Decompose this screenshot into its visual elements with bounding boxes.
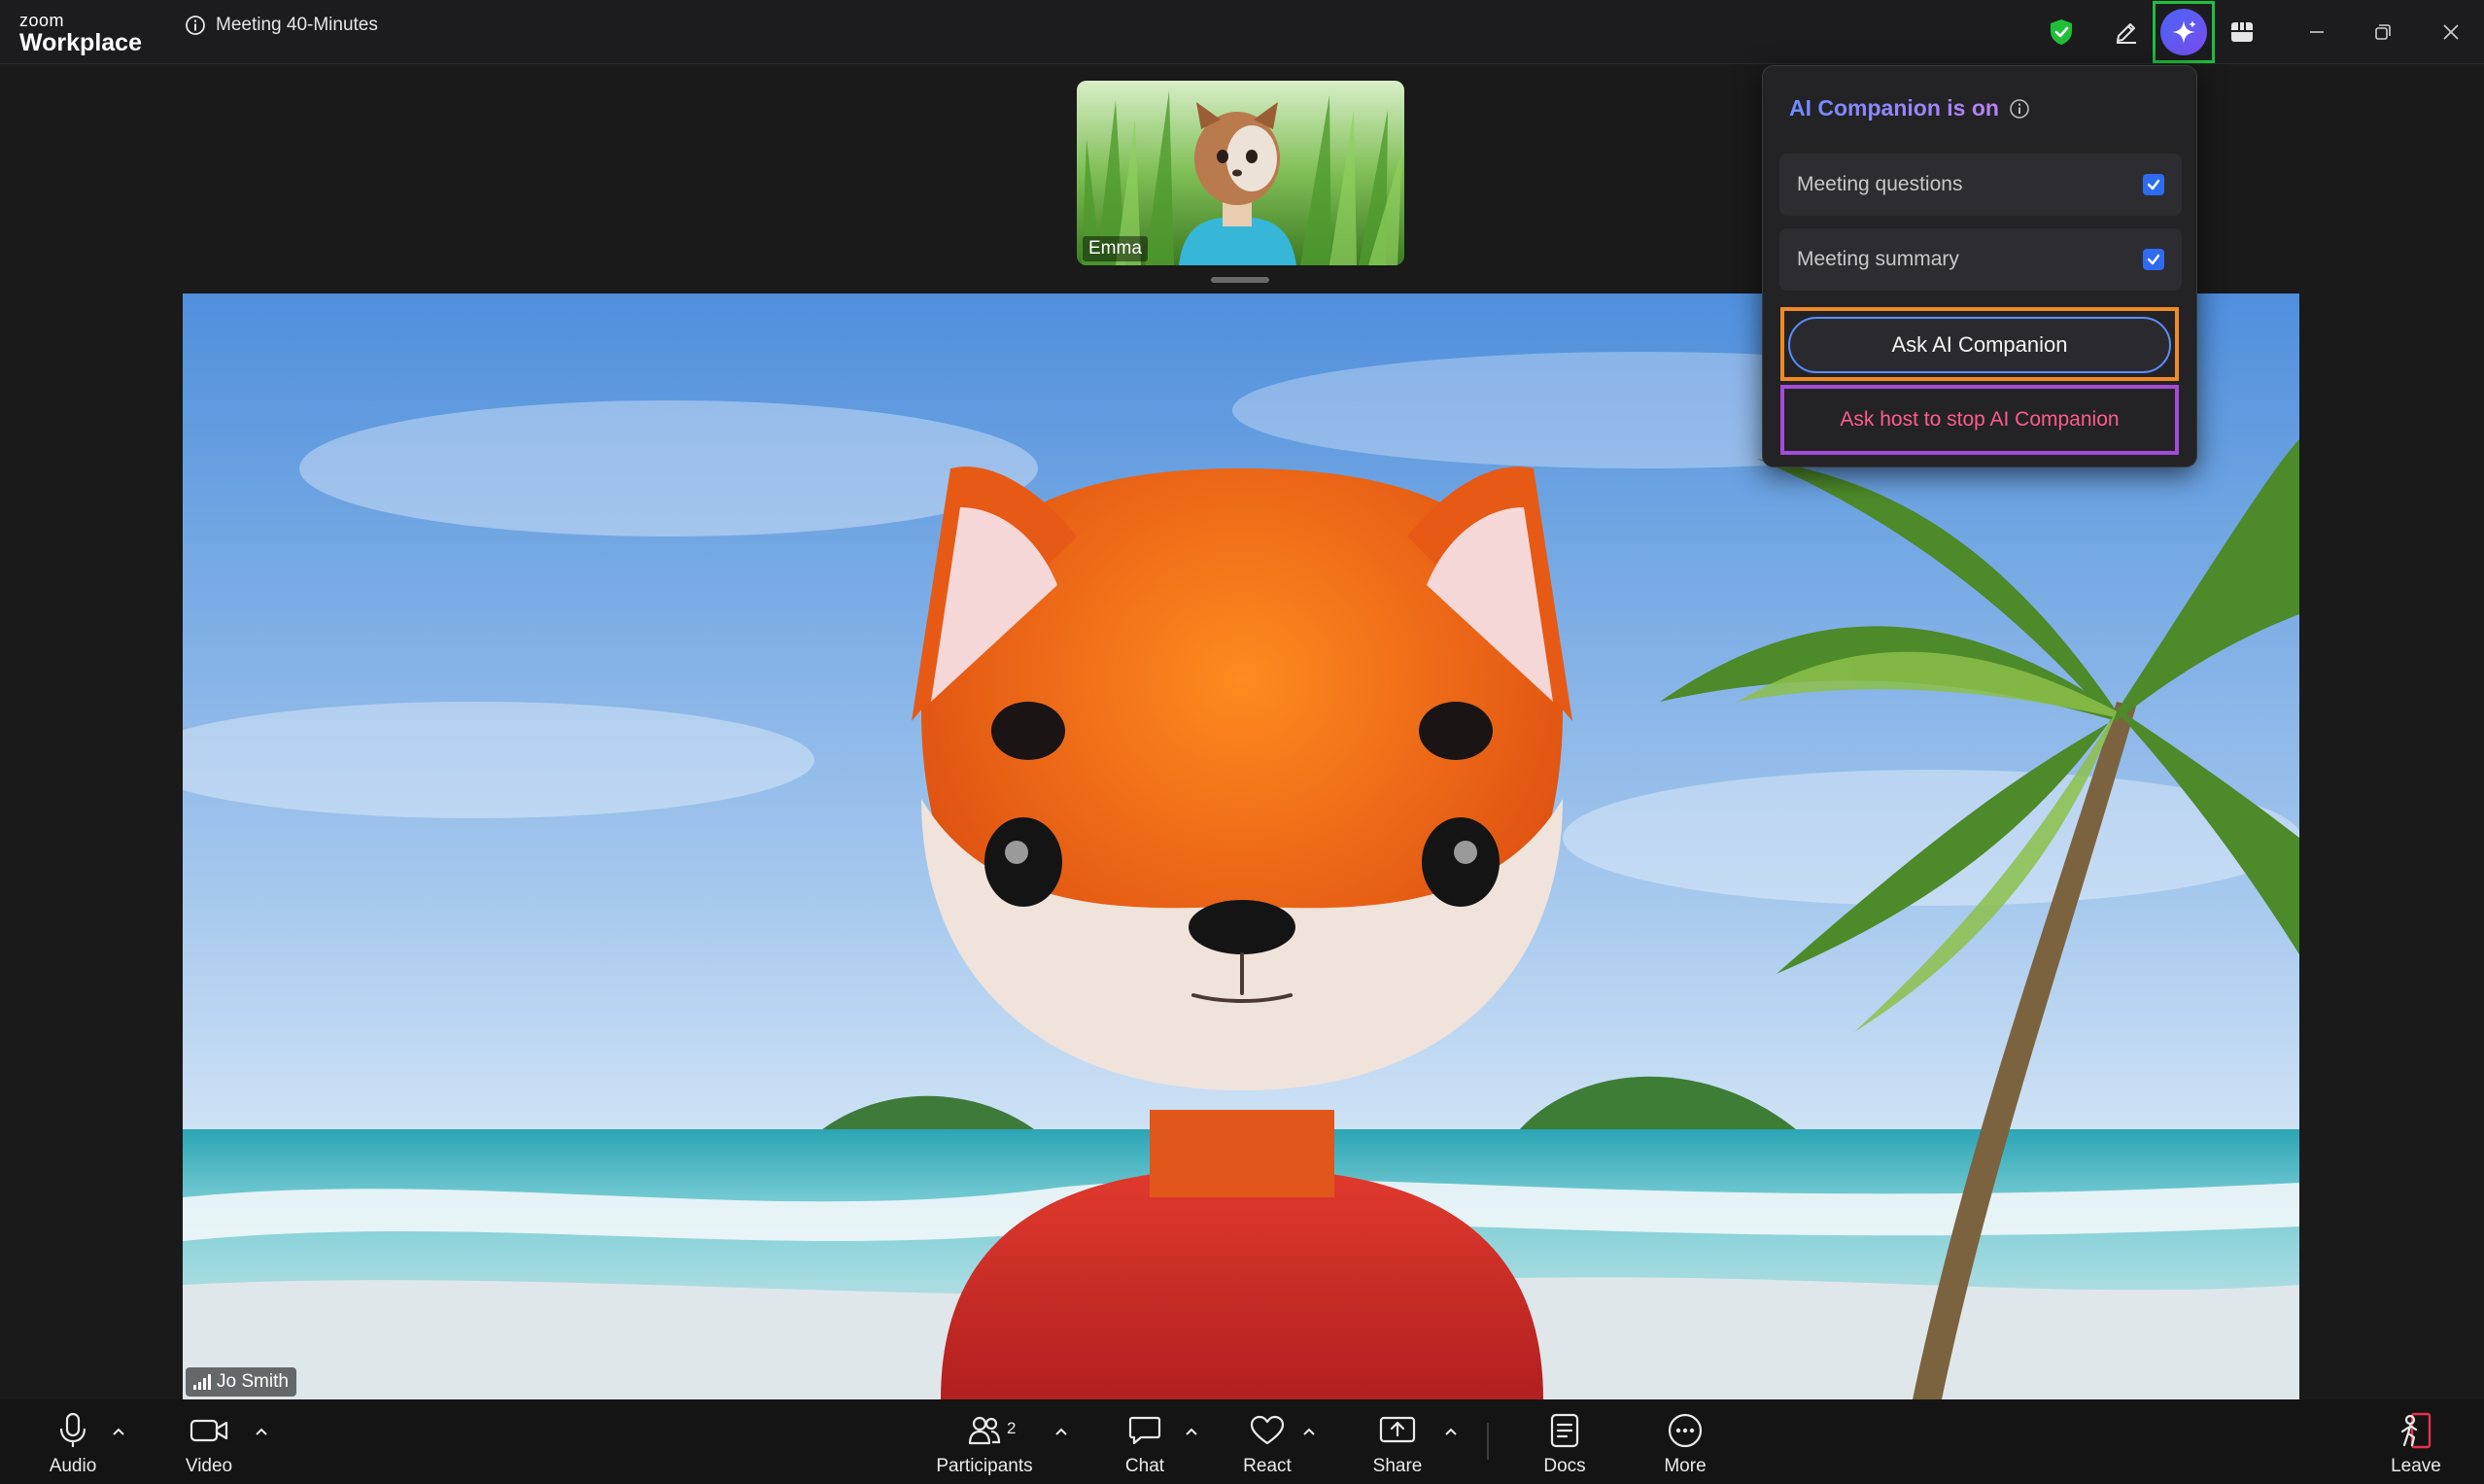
leave-icon [2400, 1412, 2432, 1449]
ai-title-text: AI Companion is on [1789, 95, 1999, 121]
option-label: Meeting questions [1797, 173, 1963, 195]
heart-icon [1250, 1415, 1285, 1445]
participant-name-tag: Jo Smith [186, 1367, 296, 1397]
video-label: Video [185, 1456, 233, 1476]
apps-grid-icon [2231, 22, 2253, 42]
ask-ai-companion-button[interactable]: Ask AI Companion [1788, 317, 2171, 373]
video-options-caret[interactable] [252, 1422, 271, 1441]
thumbnail-drag-handle[interactable] [1211, 277, 1269, 283]
apps-button[interactable] [2220, 10, 2264, 54]
leave-button[interactable]: Leave [2385, 1399, 2447, 1484]
docs-label: Docs [1543, 1456, 1586, 1476]
chevron-up-icon [113, 1428, 124, 1435]
chevron-up-icon [1445, 1428, 1457, 1435]
participants-options-caret[interactable] [1052, 1422, 1071, 1441]
audio-button[interactable]: Audio [39, 1399, 107, 1484]
thumbnail-name-label: Emma [1083, 236, 1148, 261]
audio-label: Audio [49, 1456, 97, 1476]
docs-button[interactable]: Docs [1535, 1399, 1594, 1484]
annotate-button[interactable] [2104, 10, 2149, 54]
leave-label: Leave [2391, 1456, 2441, 1476]
react-button[interactable]: React [1238, 1399, 1296, 1484]
pencil-icon [2117, 23, 2136, 44]
participants-button[interactable]: Participants [933, 1399, 1036, 1484]
minimize-icon [2310, 31, 2324, 33]
ai-sparkle-icon [2172, 20, 2196, 44]
share-screen-icon [1379, 1416, 1416, 1443]
microphone-icon [59, 1412, 86, 1447]
share-options-caret[interactable] [1441, 1422, 1461, 1441]
logo-bottom-text: Workplace [19, 29, 142, 56]
audio-options-caret[interactable] [109, 1422, 128, 1441]
participants-icon [968, 1416, 1001, 1445]
meeting-info[interactable]: Meeting 40-Minutes [185, 15, 378, 36]
participant-thumbnail-emma[interactable]: Emma [1077, 81, 1404, 265]
more-icon [1668, 1413, 1703, 1448]
share-label: Share [1372, 1456, 1423, 1476]
option-meeting-summary[interactable]: Meeting summary [1779, 228, 2182, 291]
ai-companion-badge [2160, 9, 2207, 55]
security-shield-button[interactable] [2039, 10, 2084, 54]
more-button[interactable]: More [1654, 1399, 1716, 1484]
more-label: More [1664, 1456, 1707, 1476]
chat-options-caret[interactable] [1182, 1422, 1201, 1441]
video-button[interactable]: Video [175, 1399, 243, 1484]
restore-button[interactable] [2363, 14, 2402, 51]
ask-ai-companion-highlight: Ask AI Companion [1780, 307, 2179, 381]
docs-icon [1550, 1413, 1579, 1448]
option-label: Meeting summary [1797, 248, 1959, 270]
info-icon [186, 16, 205, 35]
restore-icon [2375, 24, 2391, 40]
shield-check-icon [2051, 19, 2072, 45]
checkbox-icon[interactable] [2143, 249, 2164, 270]
participant-name: Jo Smith [217, 1371, 289, 1392]
meeting-controls-toolbar: Audio Video Participants 2 Chat React Sh… [0, 1399, 2484, 1484]
meeting-title: Meeting 40-Minutes [216, 15, 378, 35]
share-button[interactable]: Share [1366, 1399, 1429, 1484]
ask-host-to-stop-ai-button[interactable]: Ask host to stop AI Companion [1780, 385, 2179, 455]
chat-icon [1128, 1416, 1161, 1445]
participants-label: Participants [936, 1456, 1033, 1476]
chevron-up-icon [1055, 1428, 1067, 1435]
participant-count-badge: 2 [1007, 1419, 1017, 1437]
ai-companion-status-title: AI Companion is on [1789, 95, 2030, 121]
minimize-button[interactable] [2297, 14, 2336, 51]
zoom-meeting-window: zoom Workplace Meeting 40-Minutes Emma J… [0, 0, 2484, 1484]
ai-companion-button[interactable] [2153, 1, 2215, 63]
react-options-caret[interactable] [1299, 1422, 1319, 1441]
chat-label: Chat [1124, 1456, 1165, 1476]
chevron-up-icon [1186, 1428, 1197, 1435]
chevron-up-icon [256, 1428, 267, 1435]
info-icon[interactable] [2009, 98, 2030, 120]
toolbar-divider [1487, 1423, 1489, 1460]
signal-icon [193, 1374, 211, 1390]
zoom-workplace-logo: zoom Workplace [19, 12, 142, 55]
close-icon [2443, 24, 2459, 40]
option-meeting-questions[interactable]: Meeting questions [1779, 154, 2182, 216]
logo-top-text: zoom [19, 11, 65, 30]
react-label: React [1243, 1456, 1292, 1476]
ai-companion-panel: AI Companion is on Meeting questions Mee… [1762, 65, 2197, 467]
chevron-up-icon [1303, 1428, 1315, 1435]
chat-button[interactable]: Chat [1116, 1399, 1174, 1484]
title-bar: zoom Workplace Meeting 40-Minutes [0, 0, 2484, 64]
close-button[interactable] [2432, 14, 2470, 51]
checkbox-icon[interactable] [2143, 174, 2164, 195]
camera-icon [190, 1419, 228, 1442]
